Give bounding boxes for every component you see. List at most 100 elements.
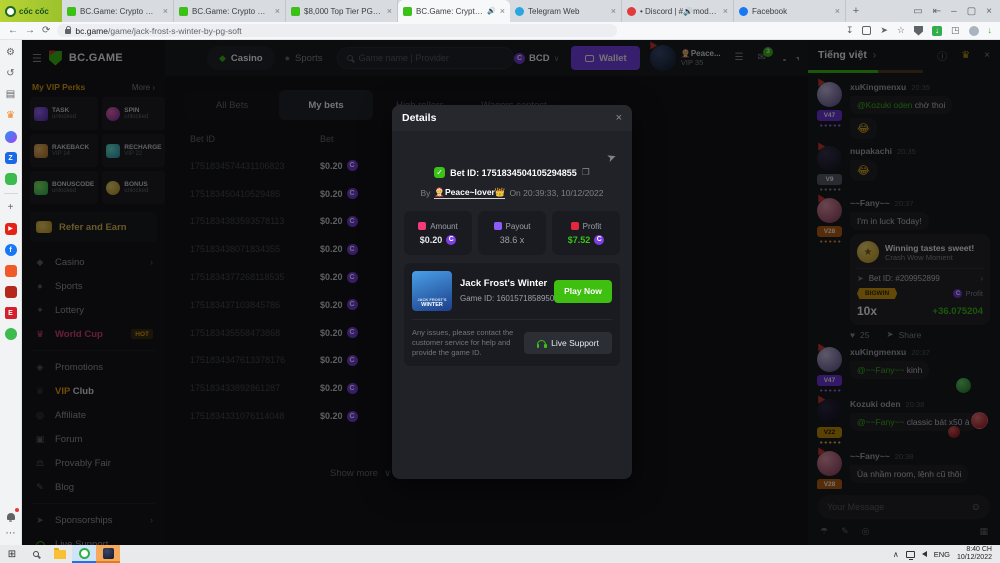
coin-icon: C [446, 235, 456, 245]
bcgame-favicon [291, 7, 300, 16]
news-app-icon[interactable] [4, 285, 18, 299]
rail-divider [4, 193, 18, 194]
window-controls: ▭ ⇤ – ▢ × [905, 0, 1000, 22]
payout-icon [494, 222, 502, 230]
downloads-icon[interactable]: ↓ [988, 26, 993, 35]
notifications-bell-icon[interactable] [4, 509, 18, 523]
amount-icon [418, 222, 426, 230]
browser-toolbar: ← → ⟳ bc.game/game/jack-frost-s-winter-b… [0, 22, 1000, 40]
tab-close-icon[interactable]: × [163, 6, 168, 16]
bcgame-favicon [403, 7, 412, 16]
forward-icon[interactable]: → [25, 26, 35, 36]
taskbar-clock[interactable]: 8:40 CH10/12/2022 [957, 546, 992, 562]
modal-header: Details × [392, 105, 632, 131]
start-button[interactable]: ⊞ [0, 545, 24, 563]
modal-by-row: By 🤶Peace~lover👑 On 20:39:33, 10/12/2022 [392, 187, 632, 199]
youtube-icon[interactable]: ▶ [4, 222, 18, 236]
history-icon[interactable]: ↺ [4, 67, 18, 81]
minimize-button[interactable]: – [951, 6, 957, 17]
lock-icon [65, 29, 71, 34]
volume-icon[interactable] [922, 551, 927, 557]
copy-icon[interactable]: ❐ [582, 167, 590, 178]
keyboard-language[interactable]: ENG [934, 550, 950, 559]
game-card: JACK FROST'SWINTER Jack Frost's Winter G… [404, 263, 620, 366]
taskbar-search-icon[interactable] [24, 545, 48, 563]
browser-tab[interactable]: BC.Game: Crypto Casino× [62, 0, 174, 22]
browser-tab[interactable]: Telegram Web× [510, 0, 622, 22]
tab-close-icon[interactable]: × [275, 6, 280, 16]
modal-stats: Amount $0.20C Payout 38.6 x Profit $7.52… [404, 211, 620, 255]
game-name: Jack Frost's Winter [460, 278, 546, 289]
add-shortcut-icon[interactable]: + [4, 201, 18, 215]
bet-datetime: On 20:39:33, 10/12/2022 [509, 188, 603, 198]
browser-tab-active[interactable]: BC.Game: Crypto Ca...🔊× [398, 0, 510, 22]
browser-tabbar: cốc cốc BC.Game: Crypto Casino× BC.Game:… [0, 0, 1000, 22]
live-support-button[interactable]: Live Support [524, 332, 612, 354]
tab-close-icon[interactable]: × [500, 6, 505, 16]
settings-gear-icon[interactable]: ⚙ [4, 46, 18, 60]
play-now-button[interactable]: Play Now [554, 280, 612, 303]
modal-close-icon[interactable]: × [616, 112, 622, 124]
bet-id-value: Bet ID: 1751834504105294855 [450, 168, 577, 178]
facebook-shortcut-icon[interactable]: f [4, 243, 18, 257]
browser-tab[interactable]: $8,000 Top Tier PGSoft: M× [286, 0, 398, 22]
close-window-button[interactable]: × [986, 6, 992, 17]
system-tray: ∧ ENG 8:40 CH10/12/2022 [893, 546, 1000, 562]
tab-audio-icon: 🔊 [487, 7, 496, 15]
bet-details-modal: Details × ➤ ✓ Bet ID: 175183450410529485… [392, 105, 632, 479]
bettor-username[interactable]: 🤶Peace~lover👑 [434, 187, 505, 199]
soccer-app-icon[interactable] [4, 327, 18, 341]
tab-close-icon[interactable]: × [387, 6, 392, 16]
modal-bet-id-row: ✓ Bet ID: 1751834504105294855 ❐ [392, 167, 632, 178]
telegram-favicon [515, 7, 524, 16]
back-icon[interactable]: ← [8, 26, 18, 36]
maximize-button[interactable]: ▢ [967, 6, 976, 17]
browser-tab[interactable]: • Discord | #🔊mod-ann...× [622, 0, 734, 22]
game-id-value: Game ID: 1601571858950... [460, 294, 561, 303]
file-explorer-icon[interactable] [48, 545, 72, 563]
browser-tab[interactable]: BC.Game: Crypto Casino× [174, 0, 286, 22]
adblock-shield-icon[interactable] [914, 26, 923, 36]
vip-crown-icon[interactable]: ♛ [4, 109, 18, 123]
coccoc-brand-label: cốc cốc [19, 7, 49, 16]
bookmark-star-icon[interactable]: ☆ [897, 26, 905, 35]
stat-amount: Amount $0.20C [404, 211, 472, 255]
windows-taskbar: ⊞ ∧ ENG 8:40 CH10/12/2022 [0, 545, 1000, 563]
modal-title: Details [402, 112, 616, 124]
browser-tab[interactable]: Facebook× [734, 0, 846, 22]
game-app-taskbar-icon[interactable] [96, 545, 120, 563]
game-controller-icon[interactable] [4, 172, 18, 186]
coccoc-taskbar-icon[interactable] [72, 545, 96, 563]
support-note: Any issues, please contact the customer … [412, 328, 516, 358]
tray-expand-icon[interactable]: ∧ [893, 550, 899, 559]
download-extension-icon[interactable]: ↓ [932, 26, 942, 36]
save-page-icon[interactable]: ↧ [846, 26, 854, 35]
bcgame-favicon [179, 7, 188, 16]
profile-avatar-icon[interactable] [969, 26, 979, 36]
e-app-icon[interactable]: E [4, 306, 18, 320]
recent-tabs-icon[interactable]: ⇤ [933, 6, 941, 17]
coin-icon: C [594, 235, 604, 245]
modal-share-icon[interactable]: ➤ [605, 150, 618, 165]
toolbar-icons: ↧ ➤ ☆ ↓ ◳ ↓ [846, 26, 992, 36]
shopee-icon[interactable] [4, 264, 18, 278]
share-icon[interactable]: ➤ [880, 26, 888, 35]
bcgame-favicon [67, 7, 76, 16]
reload-icon[interactable]: ⟳ [42, 26, 50, 36]
extensions-puzzle-icon[interactable]: ◳ [951, 26, 960, 35]
facebook-favicon [739, 7, 748, 16]
tab-close-icon[interactable]: × [723, 6, 728, 16]
network-icon[interactable] [906, 551, 915, 558]
game-thumbnail[interactable]: JACK FROST'SWINTER [412, 271, 452, 311]
tab-close-icon[interactable]: × [835, 6, 840, 16]
coccoc-menu-button[interactable]: cốc cốc [0, 0, 62, 22]
zalo-icon[interactable]: Z [4, 151, 18, 165]
messenger-icon[interactable] [4, 130, 18, 144]
tab-search-icon[interactable]: ▭ [913, 6, 922, 17]
rail-more-icon[interactable]: ⋯ [4, 527, 18, 541]
translate-icon[interactable] [862, 26, 871, 35]
new-tab-button[interactable]: + [846, 0, 866, 22]
reading-list-icon[interactable]: ▤ [4, 88, 18, 102]
tab-close-icon[interactable]: × [611, 6, 616, 16]
address-bar[interactable]: bc.game/game/jack-frost-s-winter-by-pg-s… [57, 24, 617, 37]
